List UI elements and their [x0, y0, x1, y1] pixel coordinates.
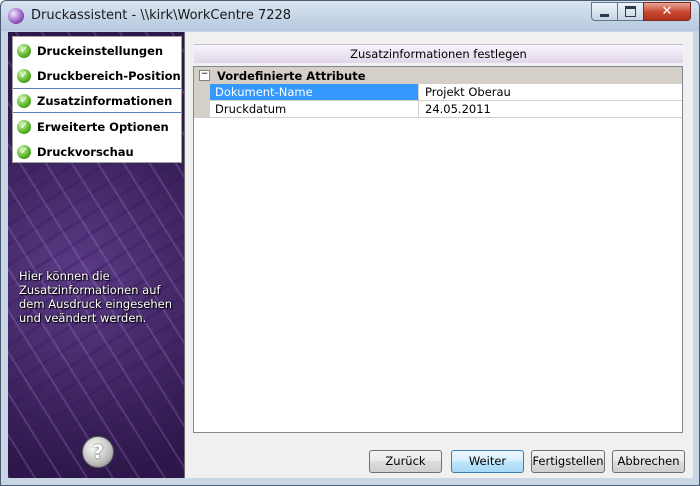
- cancel-button[interactable]: Abbrechen: [612, 450, 685, 473]
- green-check-icon: ✓: [17, 68, 31, 83]
- page-heading: Zusatzinformationen festlegen: [194, 44, 683, 63]
- title-bar[interactable]: Druckassistent - \\kirk\WorkCentre 7228 …: [1, 1, 699, 31]
- sidebar: ✓ Druckeinstellungen ✓ Druckbereich-Posi…: [8, 32, 185, 478]
- step-list: ✓ Druckeinstellungen ✓ Druckbereich-Posi…: [12, 36, 182, 163]
- row-margin: [194, 101, 210, 118]
- property-grid[interactable]: − Vordefinierte Attribute Dokument-Name …: [193, 66, 683, 433]
- property-row-druckdatum[interactable]: Druckdatum 24.05.2011: [194, 101, 682, 118]
- question-mark-icon: ?: [92, 441, 104, 463]
- green-check-icon: ✓: [17, 93, 31, 108]
- green-check-icon: ✓: [17, 43, 31, 58]
- step-label: Zusatzinformationen: [37, 93, 173, 108]
- next-button[interactable]: Weiter: [451, 450, 524, 473]
- app-icon: [8, 8, 24, 24]
- maximize-icon: [625, 6, 636, 17]
- step-druckeinstellungen[interactable]: ✓ Druckeinstellungen: [13, 38, 181, 63]
- step-label: Erweiterte Optionen: [37, 119, 169, 134]
- wizard-window: Druckassistent - \\kirk\WorkCentre 7228 …: [0, 0, 700, 486]
- content-pane: Zusatzinformationen festlegen − Vordefin…: [185, 32, 693, 478]
- minimize-icon: [600, 13, 609, 17]
- back-button[interactable]: Zurück: [369, 450, 442, 473]
- category-row[interactable]: − Vordefinierte Attribute: [194, 67, 682, 84]
- category-label: Vordefinierte Attribute: [217, 68, 366, 83]
- help-description: Hier können die Zusatzinformationen auf …: [19, 269, 172, 325]
- maximize-button[interactable]: [617, 2, 644, 21]
- collapse-icon[interactable]: −: [199, 70, 210, 81]
- green-check-icon: ✓: [17, 144, 31, 159]
- wizard-client: ✓ Druckeinstellungen ✓ Druckbereich-Posi…: [8, 32, 693, 478]
- step-zusatzinformationen[interactable]: ✓ Zusatzinformationen: [13, 88, 181, 113]
- row-margin: [194, 84, 210, 101]
- property-name[interactable]: Druckdatum: [210, 101, 419, 117]
- property-value[interactable]: Projekt Oberau: [420, 84, 682, 100]
- window-title: Druckassistent - \\kirk\WorkCentre 7228: [31, 8, 292, 23]
- step-label: Druckvorschau: [37, 144, 134, 159]
- help-button[interactable]: ?: [82, 436, 114, 468]
- step-druckvorschau[interactable]: ✓ Druckvorschau: [13, 139, 181, 164]
- step-label: Druckeinstellungen: [37, 43, 164, 58]
- step-erweiterte-optionen[interactable]: ✓ Erweiterte Optionen: [13, 114, 181, 139]
- step-label: Druckbereich-Position: [37, 68, 181, 83]
- minimize-button[interactable]: [591, 2, 618, 21]
- finish-button[interactable]: Fertigstellen: [531, 450, 605, 473]
- property-value[interactable]: 24.05.2011: [420, 101, 682, 117]
- close-icon: ✕: [661, 4, 673, 19]
- green-check-icon: ✓: [17, 119, 31, 134]
- step-druckbereich-position[interactable]: ✓ Druckbereich-Position: [13, 63, 181, 88]
- close-button[interactable]: ✕: [643, 2, 691, 21]
- property-row-dokument-name[interactable]: Dokument-Name Projekt Oberau: [194, 84, 682, 101]
- property-name[interactable]: Dokument-Name: [210, 84, 419, 100]
